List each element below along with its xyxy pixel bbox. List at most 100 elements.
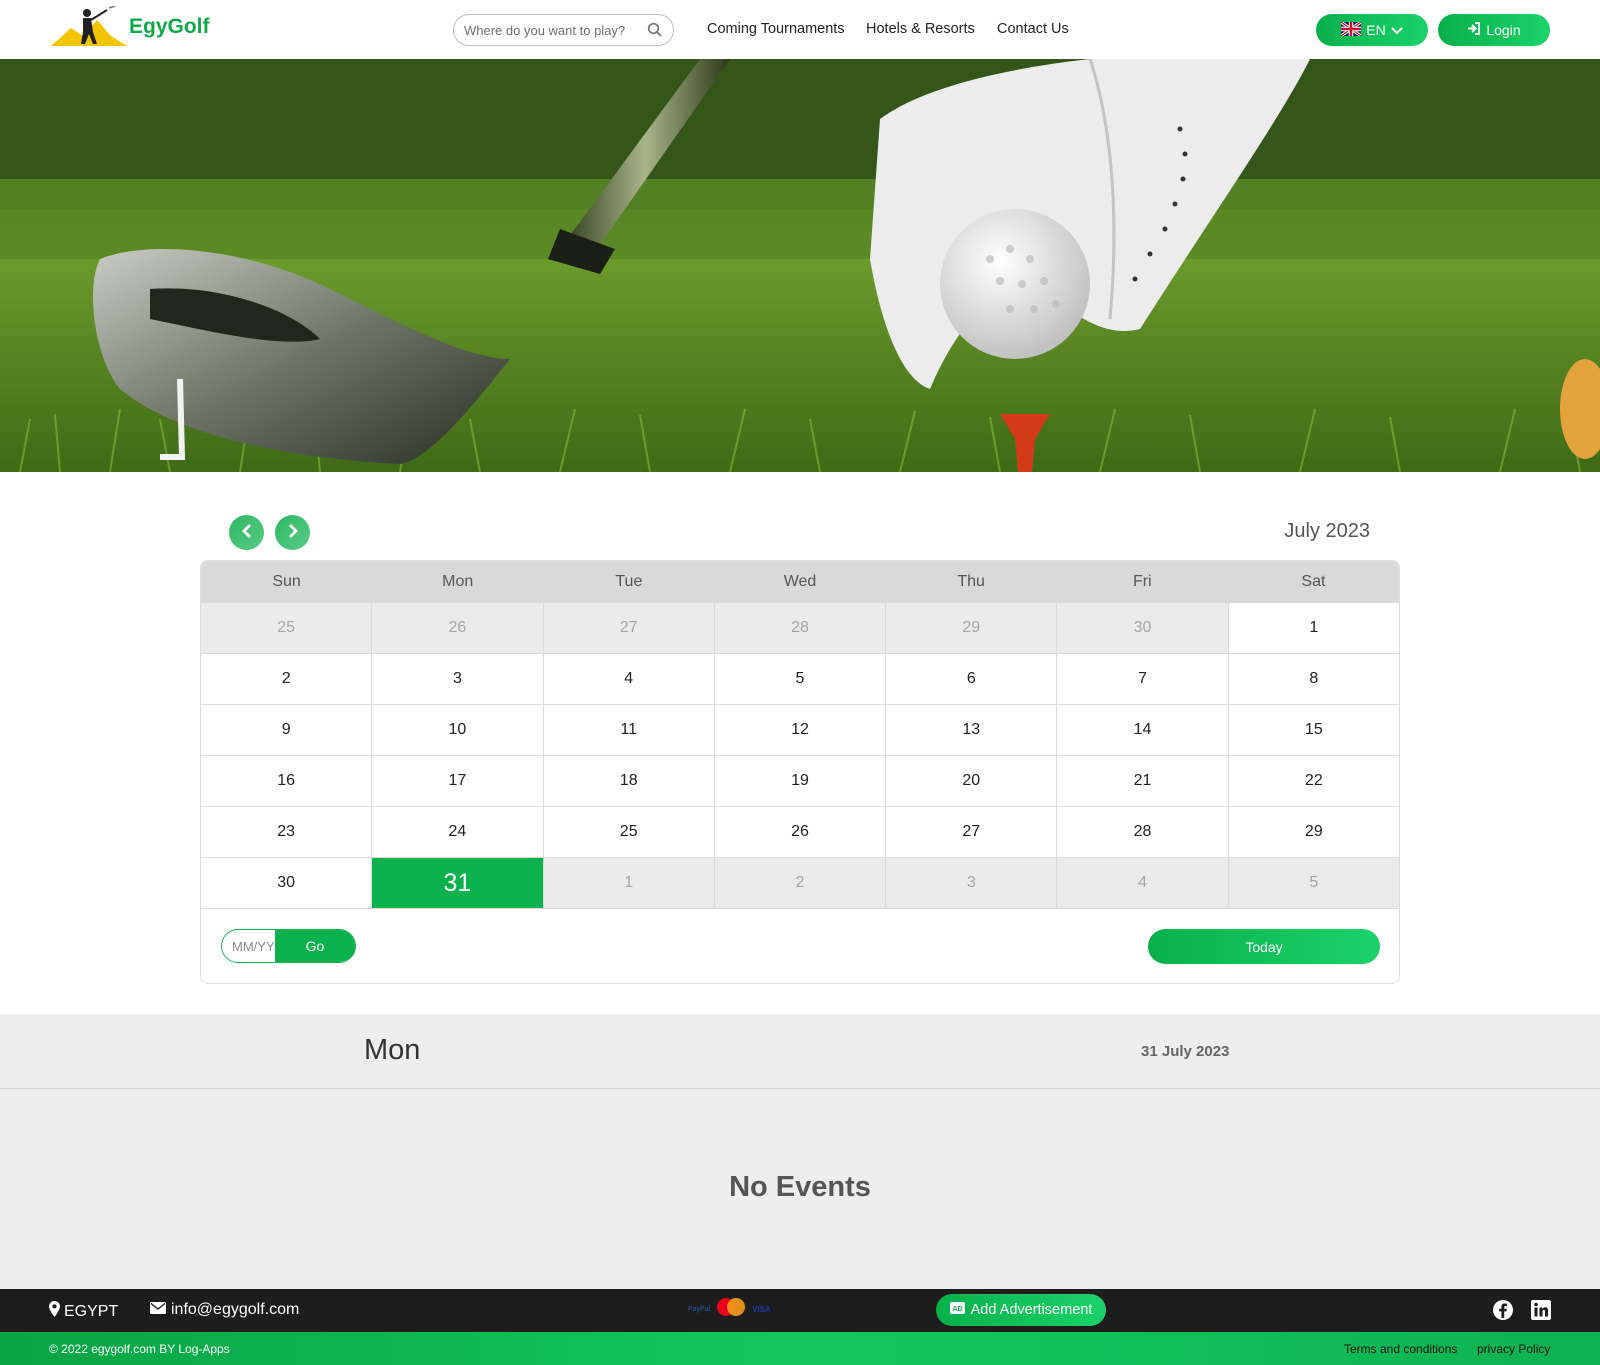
- terms-link[interactable]: Terms and conditions: [1344, 1342, 1457, 1356]
- add-advertisement-label: Add Advertisement: [970, 1302, 1093, 1318]
- calendar-day[interactable]: 16: [201, 756, 372, 806]
- weekday-tue: Tue: [615, 573, 643, 590]
- weekday-sat: Sat: [1301, 573, 1326, 590]
- payment-methods: PayPal VISA: [688, 1297, 771, 1322]
- calendar-month-label: July 2023: [1284, 520, 1370, 542]
- login-label: Login: [1486, 22, 1521, 38]
- uk-flag-icon: [1340, 20, 1363, 39]
- calendar-day[interactable]: 18: [542, 756, 714, 806]
- calendar-day[interactable]: 17: [371, 756, 543, 806]
- calendar-week-row: 30 31 1 2 3 4 5: [201, 857, 1399, 908]
- calendar-day[interactable]: 12: [713, 705, 886, 755]
- language-label: EN: [1366, 22, 1386, 38]
- map-pin-icon: [49, 1301, 60, 1322]
- envelope-icon: [150, 1301, 166, 1319]
- svg-text:AD: AD: [952, 1306, 962, 1313]
- linkedin-icon[interactable]: [1530, 1299, 1552, 1321]
- calendar-day[interactable]: 25: [542, 807, 714, 857]
- calendar-day-other-month[interactable]: 2: [713, 858, 886, 908]
- calendar-day[interactable]: 30: [201, 858, 372, 908]
- month-year-input[interactable]: [222, 930, 275, 962]
- calendar-next-button[interactable]: [275, 515, 310, 550]
- selected-day-name: Mon: [364, 1034, 421, 1066]
- calendar-day[interactable]: 13: [885, 705, 1057, 755]
- calendar-day[interactable]: 11: [542, 705, 714, 755]
- calendar-week-row: 23 24 25 26 27 28 29: [201, 806, 1399, 857]
- calendar-day[interactable]: 21: [1056, 756, 1228, 806]
- footer-location: EGYPT: [49, 1301, 118, 1322]
- login-icon: [1467, 22, 1481, 38]
- footer-contact-bar: EGYPT info@egygolf.com PayPal VISA AD Ad…: [0, 1289, 1600, 1332]
- mastercard-icon: [716, 1297, 746, 1322]
- site-header: EgyGolf Coming Tournaments Hotels & Reso…: [0, 0, 1600, 59]
- calendar-day[interactable]: 10: [371, 705, 543, 755]
- calendar-prev-button[interactable]: [229, 515, 264, 550]
- calendar-day[interactable]: 5: [713, 654, 886, 704]
- language-selector-button[interactable]: EN: [1316, 14, 1428, 46]
- paypal-logo: PayPal: [688, 1306, 711, 1313]
- calendar-day[interactable]: 14: [1056, 705, 1228, 755]
- calendar-day-other-month[interactable]: 4: [1056, 858, 1228, 908]
- brand-logo[interactable]: EgyGolf: [49, 5, 219, 48]
- calendar-day[interactable]: 15: [1227, 705, 1399, 755]
- calendar-week-row: 2345678: [201, 653, 1399, 704]
- calendar-day-other-month[interactable]: 5: [1227, 858, 1399, 908]
- no-events-message: No Events: [729, 1171, 871, 1203]
- calendar-day-other-month[interactable]: 29: [885, 603, 1057, 653]
- facebook-icon[interactable]: [1492, 1299, 1514, 1321]
- calendar-day[interactable]: 2: [201, 654, 372, 704]
- calendar-weekday-header: Sun Mon Tue Wed Thu Fri Sat: [201, 561, 1399, 602]
- search-box[interactable]: [453, 14, 674, 46]
- calendar-day[interactable]: 4: [542, 654, 714, 704]
- calendar-day-other-month[interactable]: 30: [1056, 603, 1228, 653]
- calendar-day[interactable]: 8: [1227, 654, 1399, 704]
- calendar-day[interactable]: 29: [1227, 807, 1399, 857]
- events-panel: No Events: [0, 1089, 1600, 1289]
- calendar-day[interactable]: 7: [1056, 654, 1228, 704]
- nav-contact-us[interactable]: Contact Us: [997, 21, 1069, 37]
- calendar-day[interactable]: 26: [713, 807, 886, 857]
- calendar-day-other-month[interactable]: 28: [713, 603, 886, 653]
- month-jump-group: Go: [221, 929, 356, 963]
- calendar-day[interactable]: 23: [201, 807, 372, 857]
- calendar-day[interactable]: 3: [371, 654, 543, 704]
- selected-day-bar: Mon 31 July 2023: [0, 1014, 1600, 1089]
- calendar-week-row: 9 10 11 12 13 14 15: [201, 704, 1399, 755]
- nav-hotels-resorts[interactable]: Hotels & Resorts: [866, 21, 975, 37]
- calendar-day-other-month[interactable]: 1: [542, 858, 714, 908]
- calendar-day-other-month[interactable]: 25: [201, 603, 372, 653]
- ad-icon: AD: [949, 1302, 965, 1318]
- add-advertisement-button[interactable]: AD Add Advertisement: [936, 1294, 1106, 1326]
- footer-legal-bar: © 2022 egygolf.com BY Log-Apps Terms and…: [0, 1332, 1600, 1365]
- search-icon[interactable]: [647, 22, 663, 38]
- footer-email-text: info@egygolf.com: [171, 1301, 300, 1318]
- privacy-link[interactable]: privacy Policy: [1477, 1342, 1550, 1356]
- chevron-left-icon: [241, 523, 253, 542]
- calendar-day[interactable]: 24: [371, 807, 543, 857]
- calendar-day[interactable]: 9: [201, 705, 372, 755]
- calendar-grid: 25 26 27 28 29 30 1 2 3 4 5 6 7 8 9 10 11 12 13 14 15 16 17 18 1…: [201, 602, 1399, 908]
- go-button[interactable]: Go: [275, 930, 355, 962]
- search-input[interactable]: [464, 22, 634, 38]
- calendar-day[interactable]: 27: [885, 807, 1057, 857]
- calendar-day-other-month[interactable]: 3: [885, 858, 1057, 908]
- nav-coming-tournaments[interactable]: Coming Tournaments: [707, 21, 845, 37]
- calendar-day[interactable]: 20: [885, 756, 1057, 806]
- calendar-day[interactable]: 6: [885, 654, 1057, 704]
- weekday-thu: Thu: [957, 573, 985, 590]
- today-button[interactable]: Today: [1148, 929, 1380, 964]
- calendar-day-selected[interactable]: 31: [371, 858, 543, 908]
- weekday-mon: Mon: [442, 573, 474, 590]
- calendar-day[interactable]: 28: [1056, 807, 1228, 857]
- login-button[interactable]: Login: [1438, 14, 1550, 46]
- calendar-day-other-month[interactable]: 26: [371, 603, 543, 653]
- calendar-day-other-month[interactable]: 27: [542, 603, 714, 653]
- footer-email[interactable]: info@egygolf.com: [150, 1301, 299, 1319]
- golfer-logo-icon: [49, 5, 129, 48]
- weekday-sun: Sun: [272, 573, 301, 590]
- calendar-day[interactable]: 22: [1227, 756, 1399, 806]
- calendar-day[interactable]: 19: [713, 756, 886, 806]
- weekday-fri: Fri: [1132, 573, 1152, 590]
- weekday-wed: Wed: [783, 573, 817, 590]
- calendar-day[interactable]: 1: [1227, 603, 1399, 653]
